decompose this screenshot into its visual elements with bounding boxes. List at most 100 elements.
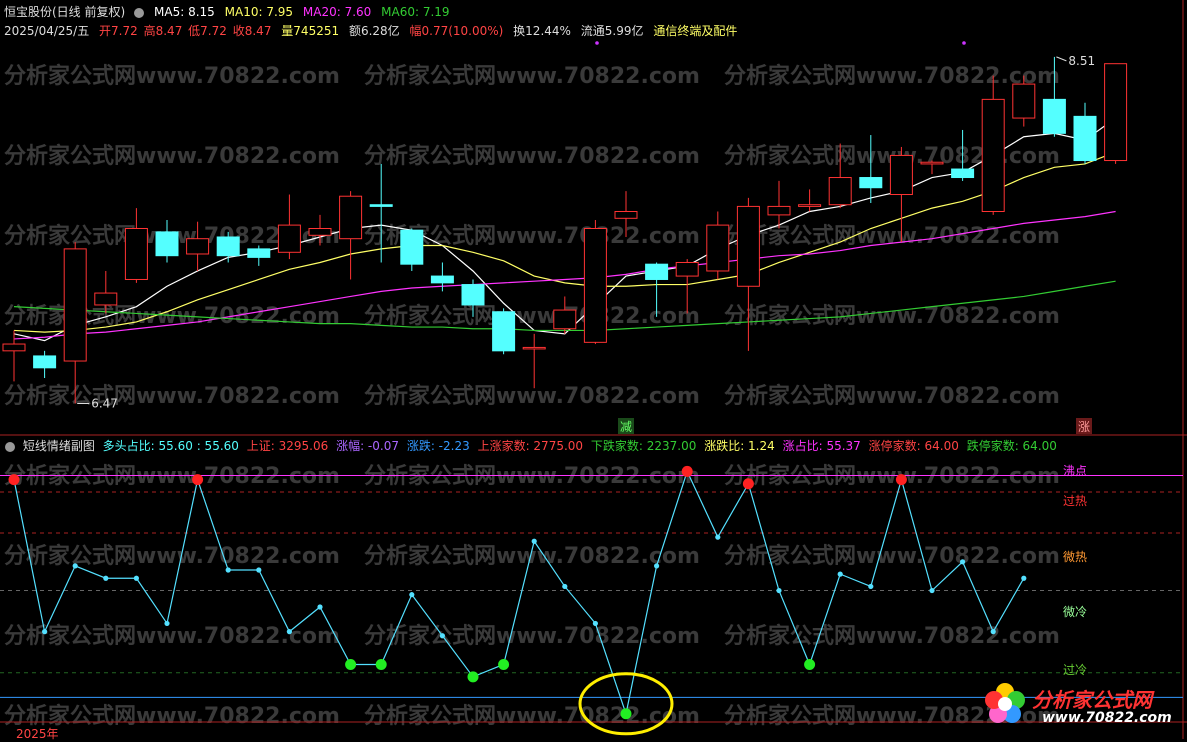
candle-body bbox=[1104, 63, 1128, 162]
low-label: 低7.72 bbox=[188, 24, 227, 38]
candle-body bbox=[951, 168, 975, 179]
overcold-signal-dot bbox=[375, 658, 387, 670]
candle-body bbox=[522, 346, 546, 350]
overheat-signal-dot bbox=[895, 474, 907, 486]
up-pct-label: 涨占比: 55.37 bbox=[782, 439, 861, 453]
sentiment-point bbox=[42, 629, 48, 635]
sentiment-point bbox=[103, 575, 109, 581]
ma5-label: MA5: 8.15 bbox=[154, 5, 215, 19]
overheat-signal-dot bbox=[8, 474, 20, 486]
candle-body bbox=[736, 205, 760, 287]
sentiment-point bbox=[133, 575, 139, 581]
candle-body bbox=[63, 248, 87, 362]
level-overheat-label: 过热 bbox=[1062, 494, 1087, 508]
float-label: 流通5.99亿 bbox=[580, 24, 644, 38]
overcold-signal-dot bbox=[467, 671, 479, 683]
duokong-label: 多头占比: 55.60 : 55.60 bbox=[102, 439, 239, 453]
sentiment-point bbox=[317, 604, 323, 610]
limit-down-label: 跌停家数: 64.00 bbox=[966, 439, 1057, 453]
brand-name: 分析家公式网 bbox=[1032, 688, 1152, 712]
sentiment-point bbox=[439, 633, 445, 639]
overheat-signal-dot bbox=[742, 478, 754, 490]
sentiment-point bbox=[654, 563, 660, 569]
sub-chart-header: 短线情绪副图 多头占比: 55.60 : 55.60 上证: 3295.06 涨… bbox=[0, 437, 1187, 455]
level-warm-label: 微热 bbox=[1062, 550, 1087, 564]
candle-body bbox=[889, 154, 913, 196]
level-cool-label: 微冷 bbox=[1062, 605, 1087, 619]
change-label: 幅0.77(10.00%) bbox=[409, 24, 504, 38]
sentiment-point bbox=[409, 592, 415, 598]
candle-body bbox=[706, 224, 730, 272]
overheat-signal-dot bbox=[681, 465, 693, 477]
marker-zhang: 涨 bbox=[1078, 419, 1090, 434]
candle-body bbox=[400, 229, 424, 265]
brand-logo: 分析家公式网 www.70822.com bbox=[980, 680, 1180, 735]
candle-body bbox=[553, 309, 577, 330]
candle-body bbox=[1012, 83, 1036, 119]
sentiment-point bbox=[225, 567, 231, 573]
candle-body bbox=[675, 261, 699, 277]
brand-url: www.70822.com bbox=[1042, 710, 1172, 726]
sentiment-point bbox=[960, 559, 966, 565]
overcold-signal-dot bbox=[804, 658, 816, 670]
candle-body bbox=[33, 355, 57, 369]
candle-body bbox=[124, 228, 148, 280]
sentiment-point bbox=[286, 629, 292, 635]
candle-body bbox=[216, 236, 240, 257]
stock-chart[interactable]: 8.51 6.47 减 涨 bbox=[0, 0, 1187, 739]
highlight-ellipse bbox=[578, 672, 674, 736]
up-count-label: 上涨家数: 2775.00 bbox=[477, 439, 584, 453]
candle-body bbox=[798, 204, 822, 207]
sentiment-point bbox=[72, 563, 78, 569]
ma60-label: MA60: 7.19 bbox=[381, 5, 450, 19]
ma10-label: MA10: 7.95 bbox=[224, 5, 294, 19]
sentiment-point bbox=[776, 587, 782, 594]
candle-body bbox=[277, 224, 301, 253]
signal-dot bbox=[595, 41, 599, 45]
candle-body bbox=[461, 284, 485, 306]
sub-chart-title[interactable]: 短线情绪副图 bbox=[23, 439, 95, 453]
sentiment-point bbox=[715, 534, 721, 540]
turnover-label: 换12.44% bbox=[513, 24, 571, 38]
candle-body bbox=[1042, 98, 1066, 134]
candle-body bbox=[920, 161, 944, 165]
candle-body bbox=[492, 311, 516, 352]
sentiment-point bbox=[531, 538, 537, 544]
sentiment-point bbox=[592, 620, 599, 627]
level-overcold-label: 过冷 bbox=[1062, 663, 1087, 677]
limit-up-label: 涨停家数: 64.00 bbox=[868, 439, 959, 453]
chart-header: 恒宝股份(日线 前复权) MA5: 8.15 MA10: 7.95 MA20: … bbox=[0, 0, 1187, 40]
sentiment-point bbox=[990, 629, 996, 635]
candle-body bbox=[767, 205, 791, 216]
high-price-label: 8.51 bbox=[1068, 54, 1095, 68]
candle-body bbox=[981, 98, 1005, 213]
candle-body bbox=[583, 228, 607, 343]
candle-body bbox=[645, 263, 669, 280]
ma20-label: MA20: 7.60 bbox=[302, 5, 372, 19]
settings-gear-icon[interactable] bbox=[134, 7, 145, 18]
candle-body bbox=[339, 195, 363, 240]
candle-body bbox=[369, 204, 393, 207]
sector-link[interactable]: 通信终端及配件 bbox=[653, 24, 737, 38]
low-price-label: 6.47 bbox=[91, 397, 118, 411]
ratio-label: 涨跌比: 1.24 bbox=[704, 439, 775, 453]
date-label: 2025/04/25/五 bbox=[4, 24, 90, 38]
sub-settings-gear-icon[interactable] bbox=[5, 441, 15, 452]
candle-body bbox=[186, 238, 210, 255]
signal-dot bbox=[962, 41, 966, 45]
candle-body bbox=[614, 211, 638, 219]
sentiment-point bbox=[256, 567, 262, 573]
overcold-signal-dot bbox=[345, 658, 357, 670]
sentiment-point bbox=[562, 583, 568, 590]
sentiment-point bbox=[868, 583, 874, 590]
marker-jian: 减 bbox=[620, 420, 632, 434]
candle-body bbox=[308, 228, 332, 236]
candle-body bbox=[247, 248, 271, 258]
candle-body bbox=[828, 177, 852, 206]
overcold-signal-dot bbox=[620, 708, 632, 720]
stock-title[interactable]: 恒宝股份(日线 前复权) bbox=[4, 5, 125, 19]
candle-body bbox=[430, 275, 454, 284]
sentiment-line bbox=[13, 469, 1025, 717]
candle-body bbox=[1073, 115, 1097, 162]
sentiment-point bbox=[929, 587, 935, 594]
